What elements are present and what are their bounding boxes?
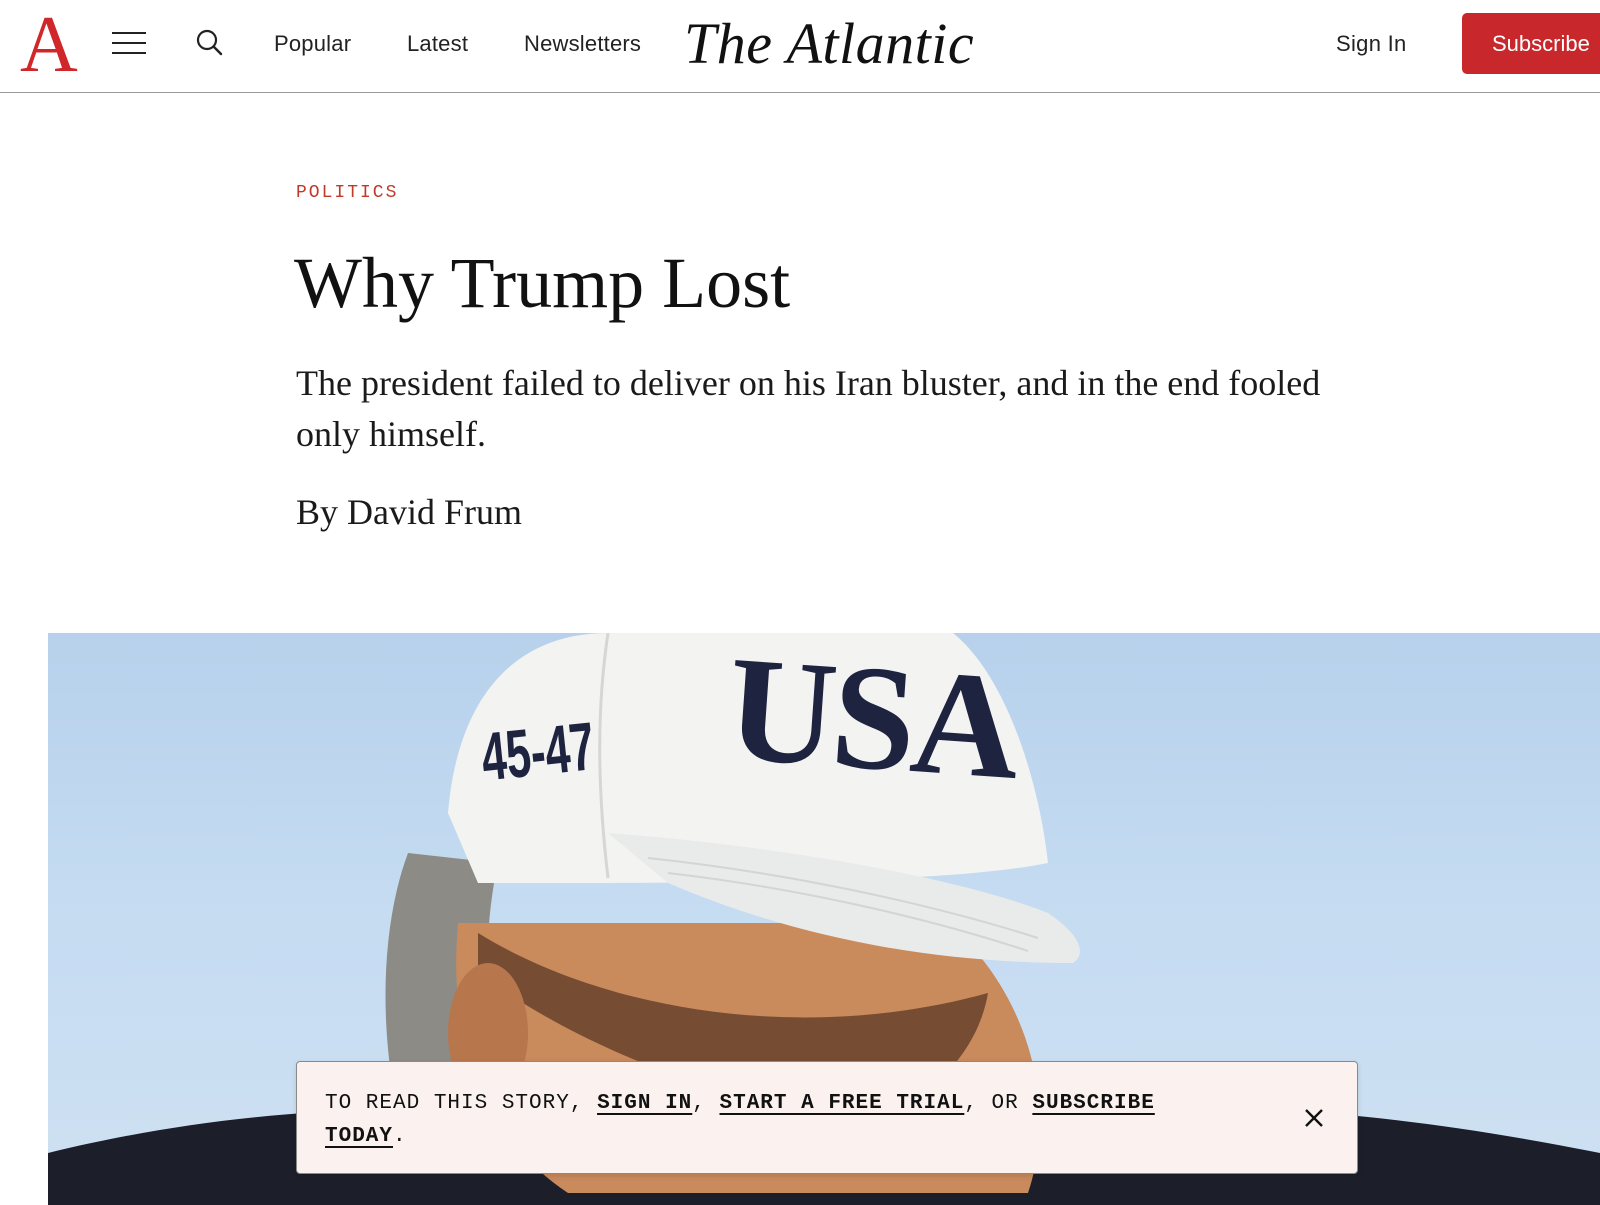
paywall-free-trial-link[interactable]: START A FREE TRIAL: [720, 1092, 965, 1115]
cap-front-text: USA: [722, 633, 1022, 811]
sign-in-link[interactable]: Sign In: [1336, 30, 1407, 58]
search-icon[interactable]: [195, 28, 225, 58]
paywall-period: .: [393, 1125, 407, 1148]
paywall-prefix: TO READ THIS STORY,: [325, 1092, 584, 1115]
paywall-message: TO READ THIS STORY, SIGN IN, START A FRE…: [325, 1087, 1225, 1153]
paywall-banner: TO READ THIS STORY, SIGN IN, START A FRE…: [296, 1061, 1358, 1174]
site-wordmark[interactable]: The Atlantic: [684, 6, 974, 82]
paywall-or: , OR: [964, 1092, 1019, 1115]
author-link[interactable]: David Frum: [347, 492, 522, 532]
article-dek: The president failed to deliver on his I…: [296, 363, 1321, 454]
article-headline: Why Trump Lost: [294, 243, 791, 323]
section-label[interactable]: POLITICS: [296, 183, 398, 203]
atlantic-logo[interactable]: A: [20, 5, 78, 85]
byline: By David Frum: [296, 490, 522, 534]
nav-popular-link[interactable]: Popular: [274, 30, 351, 58]
subscribe-button[interactable]: Subscribe: [1462, 13, 1600, 74]
close-icon[interactable]: [1300, 1104, 1328, 1132]
hamburger-menu-icon[interactable]: [112, 29, 146, 57]
cap-side-text: 45-47: [477, 708, 599, 796]
nav-latest-link[interactable]: Latest: [407, 30, 468, 58]
nav-newsletters-link[interactable]: Newsletters: [524, 30, 641, 58]
paywall-comma: ,: [692, 1092, 706, 1115]
site-header: A Popular Latest Newsletters The Atlanti…: [0, 0, 1600, 93]
byline-prefix: By: [296, 492, 339, 532]
paywall-sign-in-link[interactable]: SIGN IN: [597, 1092, 692, 1115]
